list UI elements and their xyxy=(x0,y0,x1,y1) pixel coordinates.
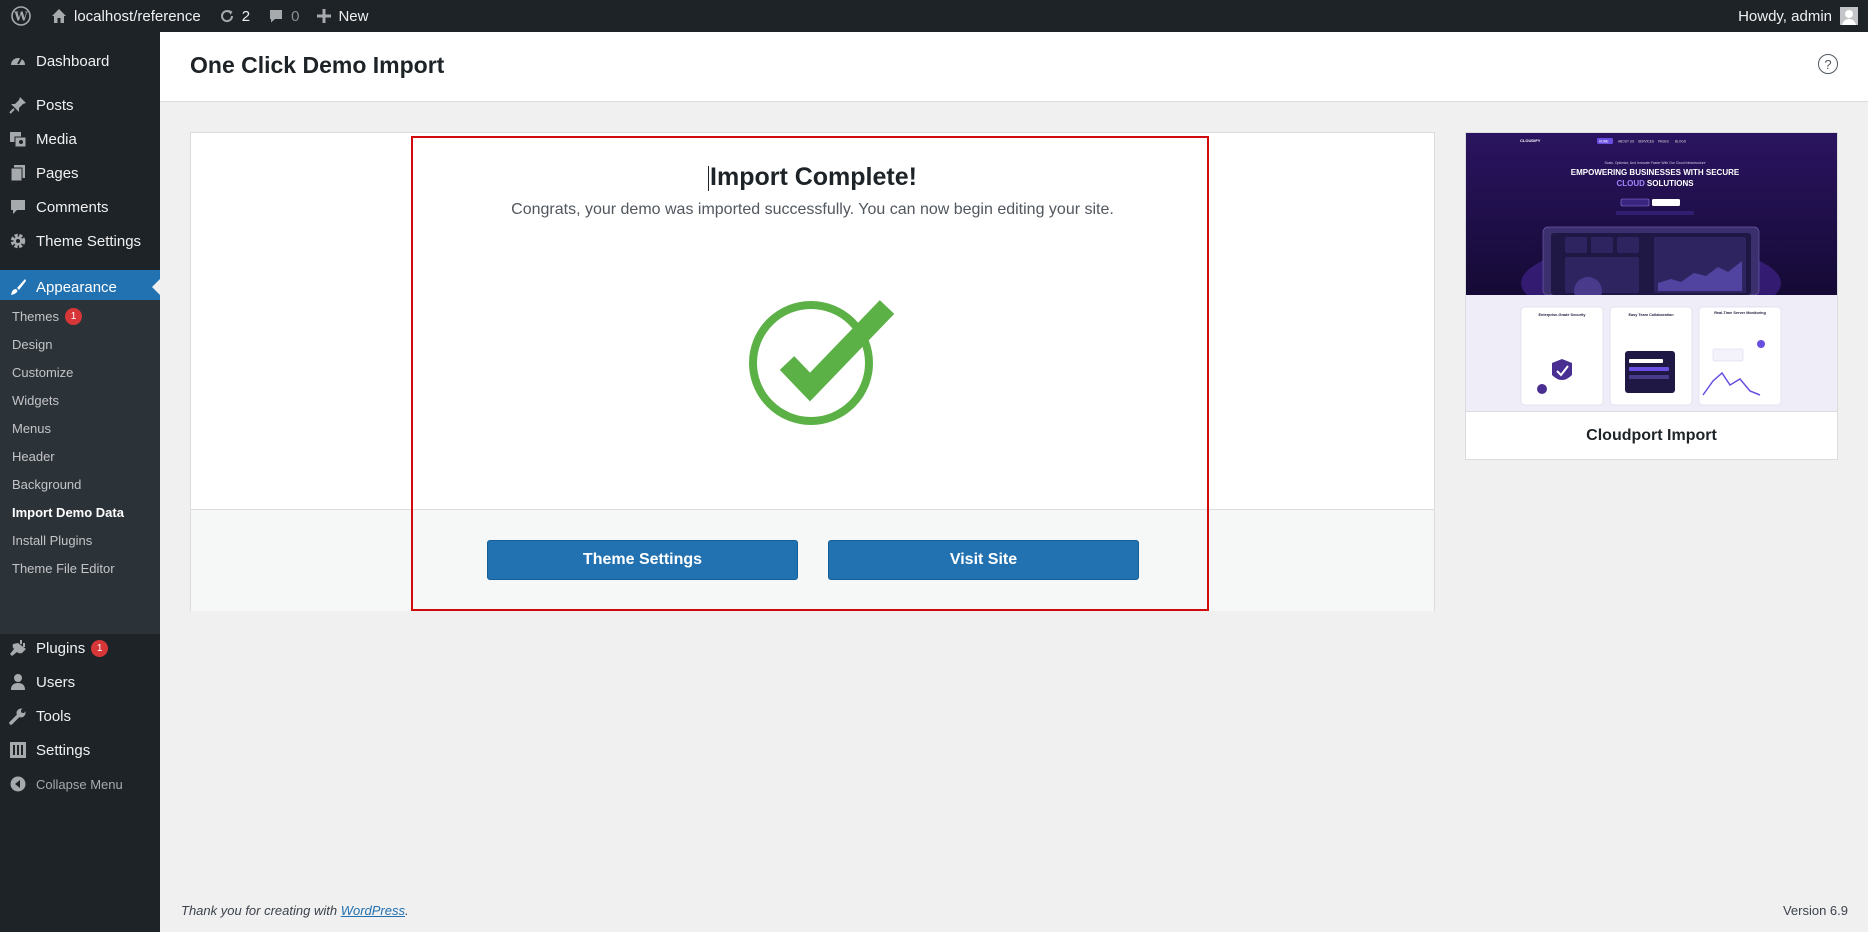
wrench-icon xyxy=(0,707,36,725)
demo-title: Cloudport Import xyxy=(1466,411,1837,460)
page-title: One Click Demo Import xyxy=(190,52,445,78)
svg-text:CLOUDSOLUTIONS: CLOUD SOLUTIONS xyxy=(1616,179,1694,188)
user-icon xyxy=(0,673,36,691)
account-menu[interactable]: Howdy, admin xyxy=(1738,7,1868,25)
preview-headline-solutions: SOLUTIONS xyxy=(1647,179,1694,188)
sidebar-item-comments[interactable]: Comments xyxy=(0,190,160,224)
plugin-icon xyxy=(0,639,36,657)
visit-site-button[interactable]: Visit Site xyxy=(828,540,1139,580)
footer-thanks: Thank you for creating with WordPress. xyxy=(181,903,409,918)
sidebar-item-appearance[interactable]: Appearance xyxy=(0,270,160,304)
admin-bar: W localhost/reference 2 0 New Howdy, adm… xyxy=(0,0,1868,32)
sidebar-item-media[interactable]: Media xyxy=(0,122,160,156)
plus-icon xyxy=(317,9,332,23)
checkmark-success-icon xyxy=(745,295,895,430)
pin-icon xyxy=(0,96,36,114)
pages-icon xyxy=(0,164,36,182)
preview-tagline: Scale, Optimize, And Innovate Faster Wit… xyxy=(1604,161,1705,165)
preview-headline-cloud: CLOUD xyxy=(1616,179,1645,188)
sidebar-item-theme-settings[interactable]: Theme Settings xyxy=(0,224,160,258)
preview-card-2-title: Real-Time Server Monitoring xyxy=(1714,311,1766,315)
plugins-update-badge: 1 xyxy=(91,639,109,657)
wordpress-link[interactable]: WordPress xyxy=(341,903,405,918)
demo-preview-image: CLOUDIFY HOME ABOUT US SERVICES PAGES BL… xyxy=(1466,133,1837,411)
appearance-submenu: Themes 1 Design Customize Widgets Menus … xyxy=(0,300,160,634)
text-cursor xyxy=(708,165,710,191)
preview-card-1-title: Easy Team Collaboration xyxy=(1628,313,1674,317)
sidebar-item-posts[interactable]: Posts xyxy=(0,88,160,122)
import-complete-heading: Import Complete! xyxy=(708,163,917,191)
preview-nav-0: HOME xyxy=(1599,140,1609,144)
refresh-icon xyxy=(219,8,235,24)
sidebar-item-users[interactable]: Users xyxy=(0,665,160,699)
page-header: One Click Demo Import ? xyxy=(160,32,1868,102)
sidebar-item-plugins[interactable]: Plugins 1 xyxy=(0,631,160,665)
preview-nav-4: BLOGS xyxy=(1675,140,1686,144)
collapse-arrow-icon xyxy=(0,776,36,792)
theme-settings-button[interactable]: Theme Settings xyxy=(487,540,798,580)
preview-nav-3: PAGES xyxy=(1658,140,1669,144)
footer-version: Version 6.9 xyxy=(1782,903,1848,918)
submenu-item-header[interactable]: Header xyxy=(12,446,55,466)
submenu-item-install-plugins[interactable]: Install Plugins xyxy=(12,530,92,550)
submenu-item-import-demo-data[interactable]: Import Demo Data xyxy=(12,502,124,522)
submenu-item-design[interactable]: Design xyxy=(12,334,52,354)
collapse-menu-button[interactable]: Collapse Menu xyxy=(0,767,160,801)
help-icon[interactable]: ? xyxy=(1818,54,1838,74)
preview-nav-2: SERVICES xyxy=(1638,140,1654,144)
submenu-item-menus[interactable]: Menus xyxy=(12,418,51,438)
new-content-link[interactable]: New xyxy=(308,0,377,32)
sidebar-item-tools[interactable]: Tools xyxy=(0,699,160,733)
settings-icon xyxy=(0,741,36,759)
submenu-item-customize[interactable]: Customize xyxy=(12,362,73,382)
preview-card-0-title: Enterprise-Grade Security xyxy=(1538,313,1586,317)
sidebar-item-pages[interactable]: Pages xyxy=(0,156,160,190)
updates-link[interactable]: 2 xyxy=(210,0,259,32)
site-name-link[interactable]: localhost/reference xyxy=(42,0,210,32)
submenu-item-widgets[interactable]: Widgets xyxy=(12,390,59,410)
svg-text:W: W xyxy=(13,10,28,24)
preview-brand: CLOUDIFY xyxy=(1520,138,1541,143)
submenu-item-theme-file-editor[interactable]: Theme File Editor xyxy=(12,558,115,578)
comment-bubble-icon xyxy=(268,8,284,24)
dashboard-icon xyxy=(0,52,36,70)
preview-nav-1: ABOUT US xyxy=(1618,140,1634,144)
avatar xyxy=(1840,7,1858,25)
demo-card[interactable]: CLOUDIFY HOME ABOUT US SERVICES PAGES BL… xyxy=(1465,132,1838,460)
preview-headline-1: EMPOWERING BUSINESSES WITH SECURE xyxy=(1571,168,1740,177)
comment-icon xyxy=(0,198,36,216)
import-complete-description: Congrats, your demo was imported success… xyxy=(511,201,1114,218)
submenu-item-background[interactable]: Background xyxy=(12,474,81,494)
admin-sidebar: Dashboard Posts Media Pages Comments The… xyxy=(0,32,160,932)
paintbrush-icon xyxy=(0,278,36,296)
sidebar-item-settings[interactable]: Settings xyxy=(0,733,160,767)
themes-update-badge: 1 xyxy=(64,307,82,325)
wordpress-logo-icon[interactable]: W xyxy=(0,0,42,32)
home-icon xyxy=(51,8,67,24)
media-icon xyxy=(0,130,36,148)
sidebar-item-dashboard[interactable]: Dashboard xyxy=(0,44,160,78)
comments-link[interactable]: 0 xyxy=(259,0,308,32)
submenu-item-themes[interactable]: Themes 1 xyxy=(12,306,82,326)
gear-icon xyxy=(0,232,36,250)
